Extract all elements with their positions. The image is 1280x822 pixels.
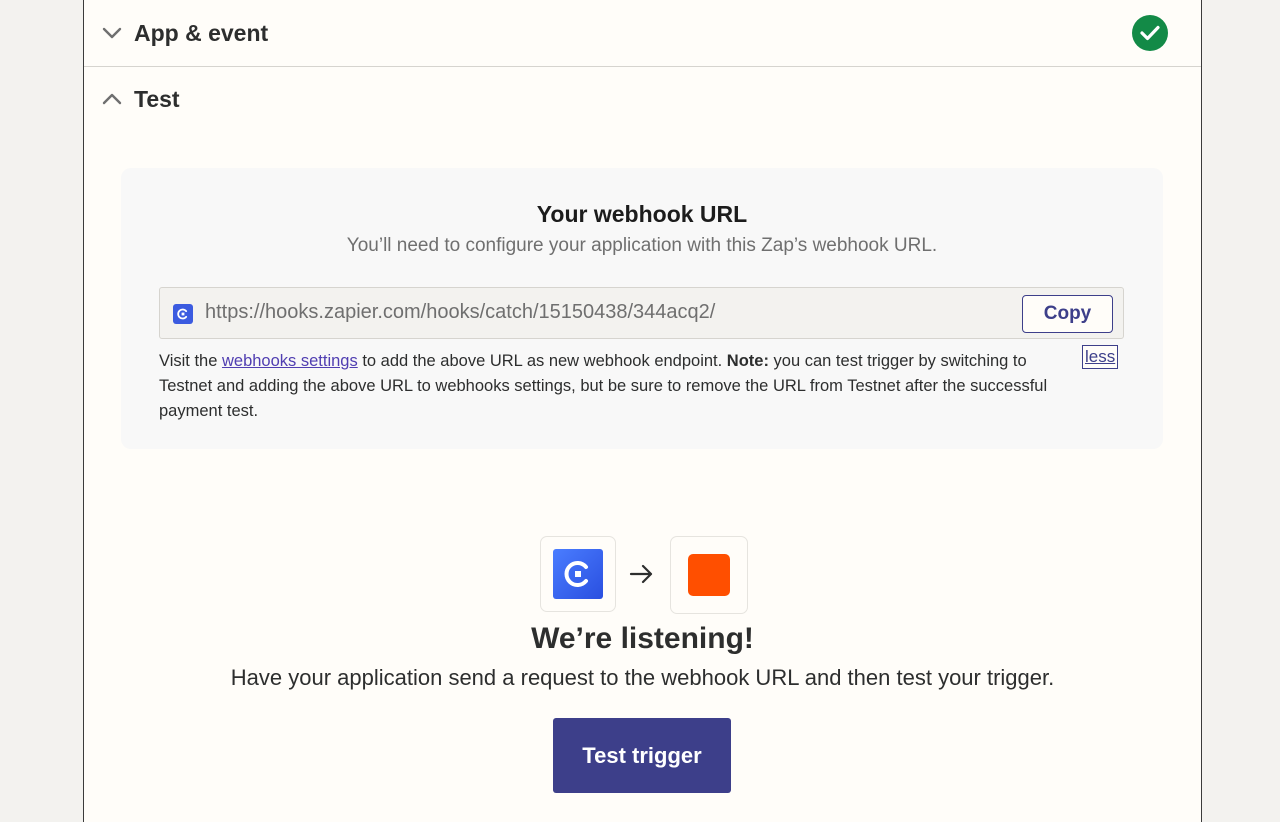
help-note-label: Note:: [726, 352, 769, 370]
coinbase-logo-icon: [553, 549, 603, 599]
chevron-up-icon[interactable]: [102, 89, 122, 109]
copy-button[interactable]: Copy: [1022, 295, 1113, 333]
help-middle: to add the above URL as new webhook endp…: [357, 352, 727, 370]
zapier-logo-icon: [688, 554, 730, 596]
webhook-url-card: Your webhook URL You’ll need to configur…: [121, 168, 1163, 449]
webhook-url-text: https://hooks.zapier.com/hooks/catch/151…: [205, 301, 716, 323]
webhook-url-field[interactable]: https://hooks.zapier.com/hooks/catch/151…: [159, 287, 1124, 339]
section-title-app-event: App & event: [134, 19, 269, 46]
check-circle-icon: [1132, 15, 1168, 51]
webhook-card-title: Your webhook URL: [536, 201, 748, 227]
zap-step-panel: App & event Test Your webhook URL You’ll…: [83, 0, 1202, 822]
section-title-test: Test: [134, 85, 180, 112]
source-app-tile: [540, 536, 616, 612]
webhook-help-text: Visit the webhooks settings to add the a…: [159, 349, 1059, 424]
chevron-down-icon[interactable]: [102, 23, 122, 43]
webhook-card-subtitle: You’ll need to configure your applicatio…: [346, 235, 938, 256]
arrow-right-icon: [629, 564, 653, 584]
app-flow: [540, 536, 748, 614]
test-trigger-button[interactable]: Test trigger: [553, 718, 731, 793]
coinbase-app-icon: [173, 304, 193, 324]
section-test[interactable]: Test: [84, 67, 1201, 131]
listening-title: We’re listening!: [531, 622, 754, 655]
destination-app-tile: [670, 536, 748, 614]
less-link[interactable]: less: [1082, 345, 1119, 369]
section-app-event[interactable]: App & event: [84, 0, 1201, 67]
listening-subtitle: Have your application send a request to …: [230, 665, 1055, 690]
help-prefix: Visit the: [159, 352, 222, 370]
webhooks-settings-link[interactable]: webhooks settings: [222, 352, 358, 370]
